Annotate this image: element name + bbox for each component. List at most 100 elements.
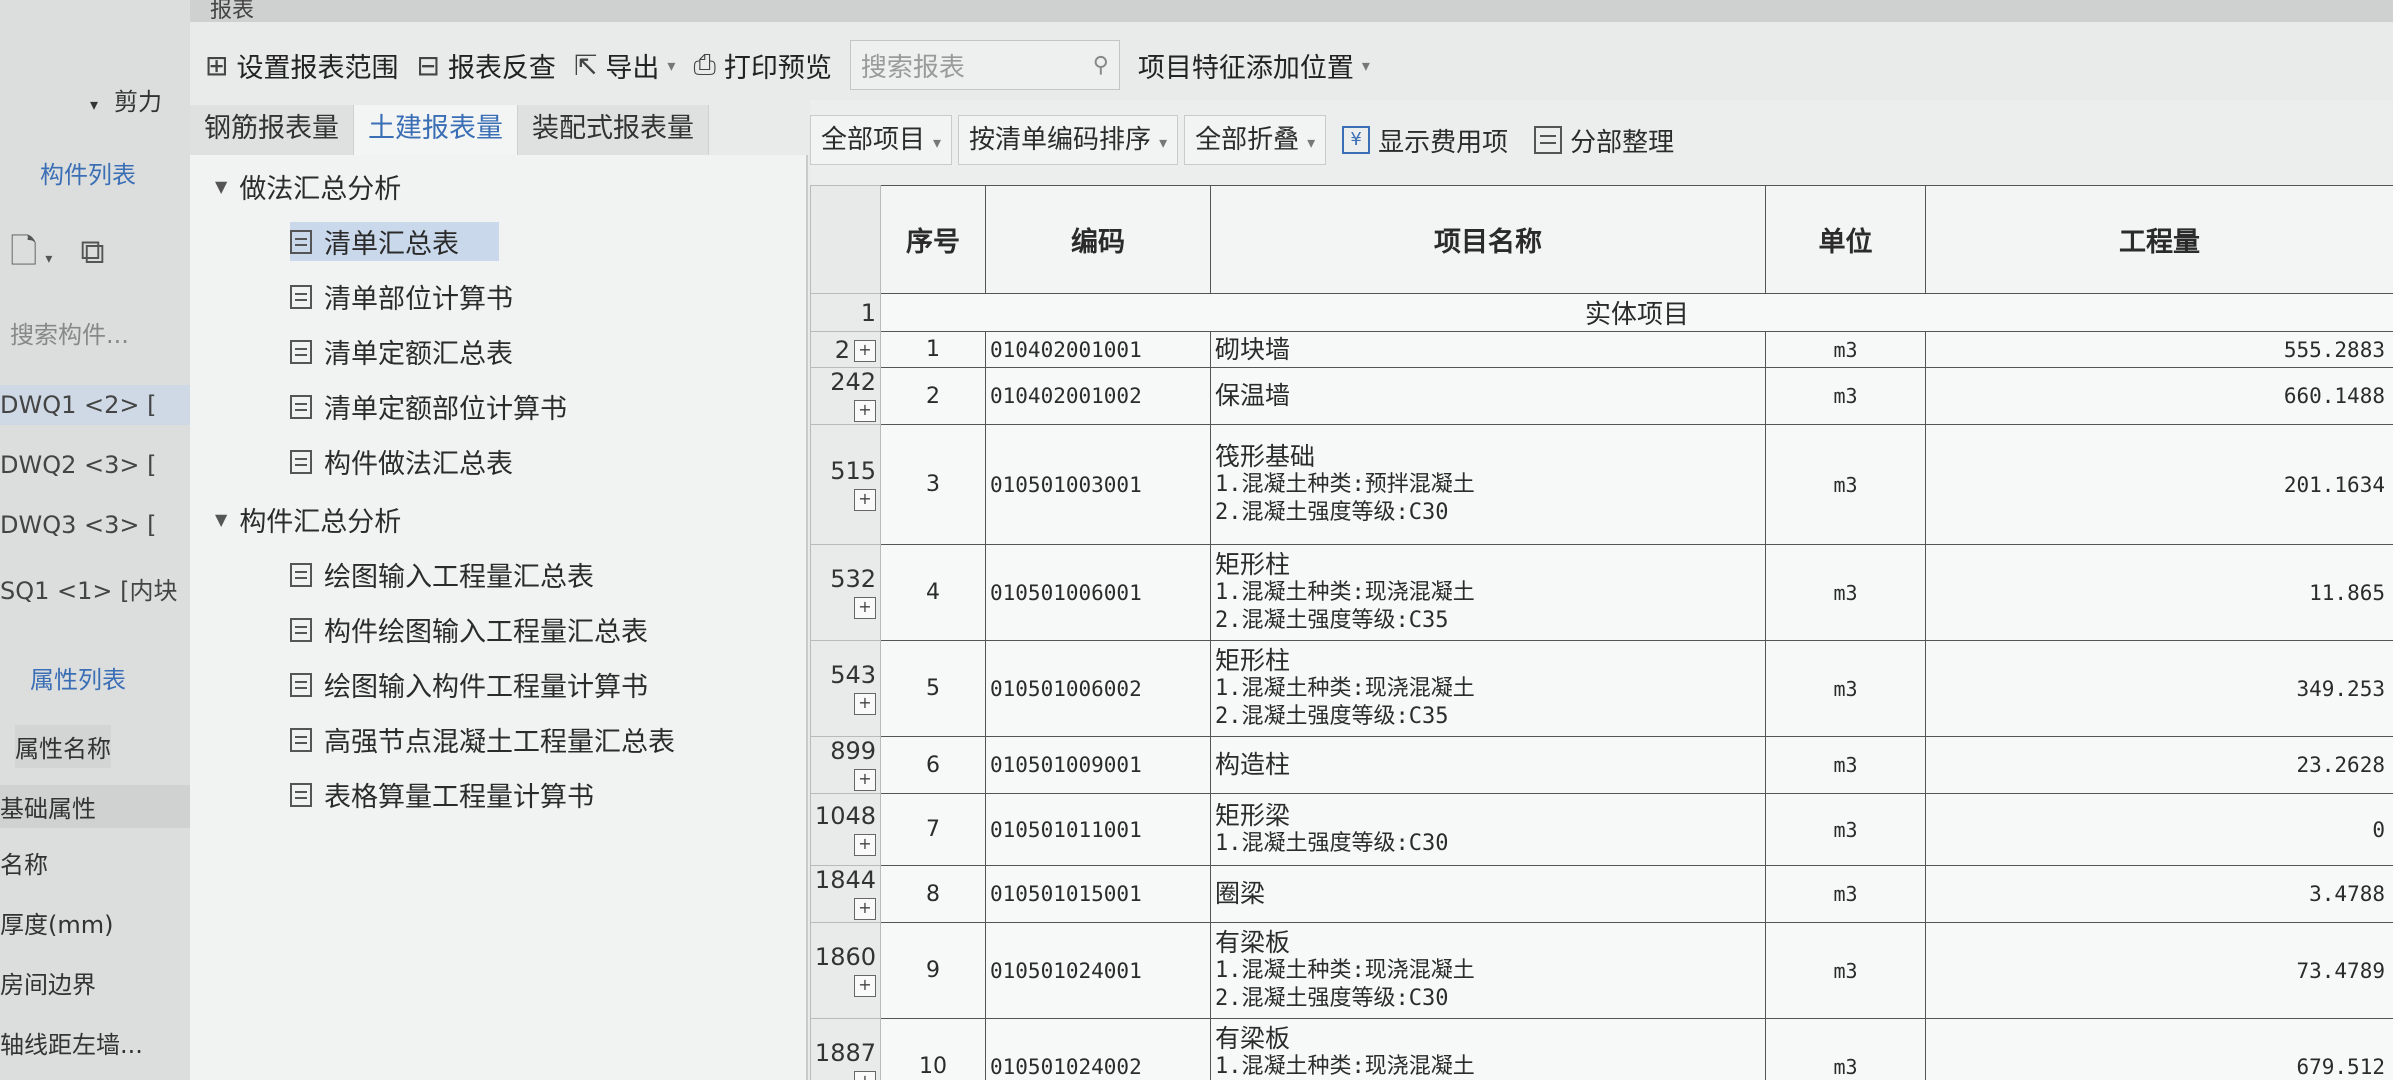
new-file-icon[interactable]: 🗋	[10, 232, 37, 272]
name-cell: 矩形柱 1.混凝土种类:现浇混凝土 2.混凝土强度等级:C35	[1210, 640, 1766, 737]
row-number: 1887	[814, 1038, 876, 1067]
expand-plus-icon[interactable]: +	[854, 488, 876, 511]
arrange-sections-button[interactable]: 分部整理	[1524, 122, 1684, 159]
table-row[interactable]: 1048+ 7 010501011001 矩形梁 1.混凝土强度等级:C30 m3 0	[810, 793, 2393, 866]
bill-table-container[interactable]: 序号 编码 项目名称 单位 工程量 1 实体项目 2 +1 010402001001…	[810, 185, 2393, 1080]
seq-header[interactable]: 序号	[880, 185, 986, 294]
table-row[interactable]: 543 + 5 010501006002 矩形柱 1.混凝土种类:现浇混凝土 2.混凝土强度…	[810, 640, 2393, 737]
attribute-row[interactable]: 轴线距左墙...	[0, 1025, 143, 1060]
component-search-input[interactable]: 搜索构件...	[10, 315, 129, 350]
name-header[interactable]: 项目名称	[1210, 185, 1766, 294]
seq-cell: 9	[880, 922, 986, 1019]
tree-item[interactable]: 表格算量工程量计算书	[290, 775, 594, 814]
table-row[interactable]: 2 +1 010402001001 砌块墙 m3 555.2883	[810, 331, 2393, 368]
copy-icon[interactable]: ⧉	[80, 232, 104, 272]
show-cost-button[interactable]: ¥ 显示费用项	[1332, 122, 1518, 159]
report-window: 报表 ⊞ 设置报表范围 ⊟ 报表反查 ⇱ 导出 ▾ ⎙ 打印预览 搜索报表 ⚲ …	[190, 0, 2393, 1080]
table-row[interactable]: 1844 + 8 010501015001 圈梁 m3 3.4788	[810, 865, 2393, 923]
all-items-dropdown[interactable]: 全部项目 ▾	[810, 115, 953, 165]
expand-plus-icon[interactable]: +	[854, 692, 876, 715]
feature-position-dropdown[interactable]: 项目特征添加位置 ▾	[1138, 46, 1370, 85]
export-label: 导出	[605, 52, 660, 84]
component-item[interactable]: DWQ2 <3> [	[0, 445, 156, 485]
attribute-row[interactable]: 厚度(mm)	[0, 905, 113, 940]
search-icon[interactable]: ⚲	[1093, 53, 1109, 78]
caret-down-icon[interactable]: ▼	[215, 510, 227, 529]
table-row[interactable]: 532 + 4 010501006001 矩形柱 1.混凝土种类:现浇混凝土 2.混凝土强度…	[810, 544, 2393, 641]
tree-item-label: 高强节点混凝土工程量汇总表	[324, 727, 675, 758]
report-search-input[interactable]: 搜索报表 ⚲	[849, 40, 1120, 90]
export-button[interactable]: ⇱ 导出 ▾	[574, 46, 676, 85]
tree-item-label: 清单部位计算书	[324, 284, 513, 315]
report-doc-icon	[290, 672, 312, 697]
shear-tool-dropdown[interactable]: ▾ 剪力	[90, 82, 162, 117]
chevron-down-icon[interactable]: ▾	[667, 56, 675, 75]
expand-plus-icon[interactable]: +	[854, 974, 876, 997]
tree-group-method-summary[interactable]: ▼ 做法汇总分析	[215, 167, 401, 206]
quantity-cell: 201.1634	[1925, 424, 2393, 545]
tab-civil-report[interactable]: 土建报表量	[354, 105, 518, 155]
table-row[interactable]: 242 + 2 010402001002 保温墙 m3 660.1488	[810, 367, 2393, 425]
table-row[interactable]: 1860 + 9 010501024001 有梁板 1.混凝土种类:现浇混凝土 2.混凝土强…	[810, 922, 2393, 1019]
attribute-row[interactable]: 名称	[0, 845, 48, 880]
tree-item[interactable]: 高强节点混凝土工程量汇总表	[290, 720, 675, 759]
tree-group-label: 做法汇总分析	[239, 174, 402, 205]
item-name: 有梁板	[1215, 1023, 1291, 1053]
table-row[interactable]: 1887 +10010501024002有梁板1.混凝土种类:现浇混凝土2.混凝土…	[810, 1018, 2393, 1080]
expand-plus-icon[interactable]: +	[854, 596, 876, 619]
quantity-header[interactable]: 工程量	[1925, 185, 2393, 294]
chevron-down-icon: ▾	[933, 133, 942, 152]
caret-down-icon[interactable]: ▼	[215, 177, 227, 196]
tool-caret-icon: ▾	[90, 95, 99, 114]
component-list-title: 构件列表	[40, 161, 136, 189]
tree-item-bill-summary[interactable]: 清单汇总表	[290, 222, 499, 261]
row-number: 1844	[814, 866, 876, 894]
component-item[interactable]: SQ1 <1> [内块	[0, 565, 178, 612]
code-header[interactable]: 编码	[985, 185, 1211, 294]
attribute-row[interactable]: 基础属性	[0, 785, 190, 828]
expand-plus-icon[interactable]: +	[854, 769, 876, 791]
tree-item[interactable]: 构件做法汇总表	[290, 442, 513, 481]
expand-plus-icon[interactable]: +	[854, 898, 876, 920]
tree-item[interactable]: 清单定额汇总表	[290, 332, 513, 371]
tab-rebar-report[interactable]: 钢筋报表量	[190, 105, 354, 155]
component-item[interactable]: DWQ3 <3> [	[0, 505, 156, 545]
print-preview-button[interactable]: ⎙ 打印预览	[693, 46, 831, 85]
report-reverse-check-button[interactable]: ⊟ 报表反查	[416, 46, 555, 85]
set-report-range-button[interactable]: ⊞ 设置报表范围	[205, 46, 398, 85]
component-item[interactable]: DWQ1 <2> [	[0, 385, 190, 425]
tree-item[interactable]: 清单定额部位计算书	[290, 387, 567, 426]
row-number-header	[810, 185, 881, 294]
attribute-row[interactable]: 房间边界	[0, 965, 96, 1000]
all-items-label: 全部项目	[821, 125, 926, 155]
unit-header[interactable]: 单位	[1765, 185, 1926, 294]
fold-dropdown[interactable]: 全部折叠 ▾	[1184, 115, 1327, 165]
unit-cell: m3	[1765, 544, 1926, 641]
table-row[interactable]: 899 + 6 010501009001 构造柱 m3 23.2628	[810, 736, 2393, 794]
tree-item[interactable]: 绘图输入工程量汇总表	[290, 555, 594, 594]
sort-dropdown[interactable]: 按清单编码排序 ▾	[958, 115, 1179, 165]
dropdown-caret-icon[interactable]: ▾	[45, 251, 52, 267]
code-cell: 010501009001	[985, 736, 1211, 794]
quantity-cell: 11.865	[1925, 544, 2393, 641]
table-row[interactable]: 515 + 3 010501003001 筏形基础 1.混凝土种类:预拌混凝土 2.混凝土强…	[810, 424, 2393, 545]
seq-cell: 3	[880, 424, 986, 545]
expand-plus-icon[interactable]: +	[854, 339, 876, 362]
tree-group-component-summary[interactable]: ▼ 构件汇总分析	[215, 500, 401, 539]
tab-prefab-report[interactable]: 装配式报表量	[518, 105, 709, 155]
seq-cell: 4	[880, 544, 986, 641]
tree-item[interactable]: 绘图输入构件工程量计算书	[290, 665, 648, 704]
tree-item[interactable]: 清单部位计算书	[290, 277, 513, 316]
expand-plus-icon[interactable]: +	[854, 400, 876, 422]
expand-plus-icon[interactable]: +	[854, 1070, 876, 1080]
item-feature-line: 1.混凝土种类:现浇混凝土	[1215, 1053, 1475, 1079]
attribute-header: 属性名称	[15, 725, 111, 768]
expand-plus-icon[interactable]: +	[854, 833, 876, 856]
quantity-cell: 555.2883	[1925, 331, 2393, 368]
row-number-cell: 1860 +	[810, 922, 881, 1019]
list-icon	[1534, 126, 1563, 154]
tree-item[interactable]: 构件绘图输入工程量汇总表	[290, 610, 648, 649]
window-title-bar: 报表	[190, 0, 2393, 23]
tree-item-label: 清单定额部位计算书	[324, 394, 567, 425]
report-doc-icon	[290, 782, 312, 807]
